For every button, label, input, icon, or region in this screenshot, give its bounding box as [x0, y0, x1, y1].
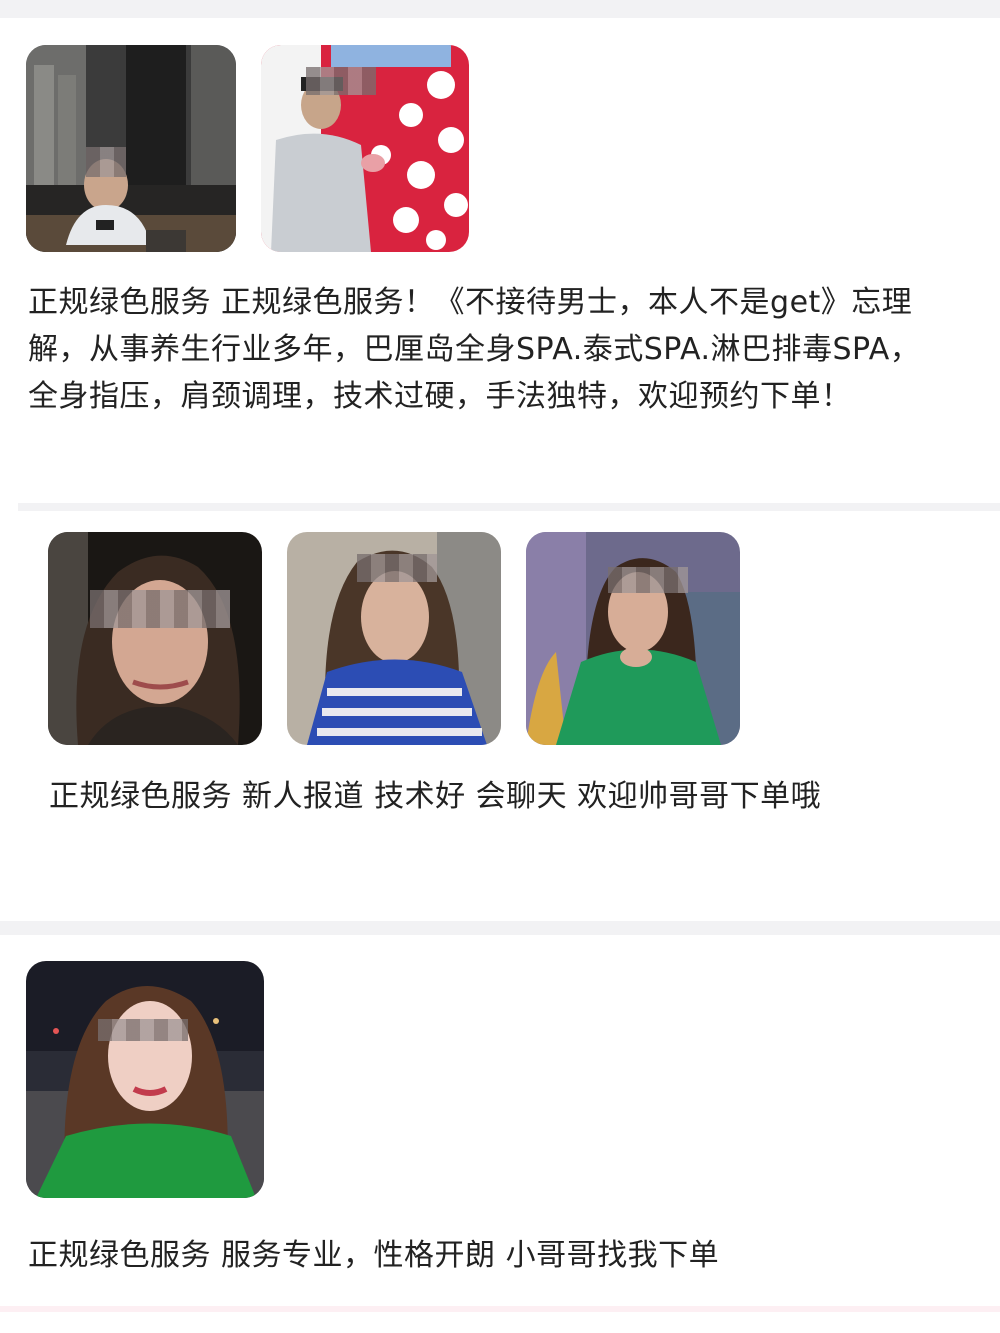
post-1-text: 正规绿色服务 正规绿色服务！《不接待男士，本人不是get》忘理解，从事养生行业多… — [28, 285, 921, 414]
top-divider — [0, 0, 1000, 18]
post-2-photo-2[interactable] — [287, 532, 501, 745]
post-2-photos — [48, 532, 765, 745]
post-1-photos — [26, 45, 494, 252]
divider — [18, 503, 1000, 511]
face-mosaic — [357, 554, 437, 582]
face-mosaic — [86, 147, 126, 177]
divider — [0, 921, 1000, 935]
post-2-text: 正规绿色服务 新人报道 技术好 会聊天 欢迎帅哥哥下单哦 — [49, 779, 822, 814]
face-mosaic — [98, 1019, 188, 1041]
post-2-photo-3[interactable] — [526, 532, 740, 745]
face-mosaic — [90, 590, 230, 628]
post-3-photos — [26, 961, 289, 1198]
post-2-photo-1[interactable] — [48, 532, 262, 745]
post-card-3[interactable]: 正规绿色服务 服务专业，性格开朗 小哥哥找我下单 — [0, 935, 1000, 1306]
bottom-divider — [0, 1306, 1000, 1312]
post-3-text: 正规绿色服务 服务专业，性格开朗 小哥哥找我下单 — [28, 1238, 720, 1273]
post-1-photo-1[interactable] — [26, 45, 236, 252]
post-card-2[interactable]: 正规绿色服务 新人报道 技术好 会聊天 欢迎帅哥哥下单哦 — [18, 511, 1000, 921]
post-1-photo-2[interactable] — [261, 45, 469, 252]
post-card-1[interactable]: 正规绿色服务 正规绿色服务！《不接待男士，本人不是get》忘理解，从事养生行业多… — [0, 18, 1000, 503]
face-mosaic — [608, 567, 688, 593]
face-mosaic — [306, 67, 376, 95]
post-3-photo-1[interactable] — [26, 961, 264, 1198]
feed: 正规绿色服务 正规绿色服务！《不接待男士，本人不是get》忘理解，从事养生行业多… — [0, 0, 1000, 1333]
